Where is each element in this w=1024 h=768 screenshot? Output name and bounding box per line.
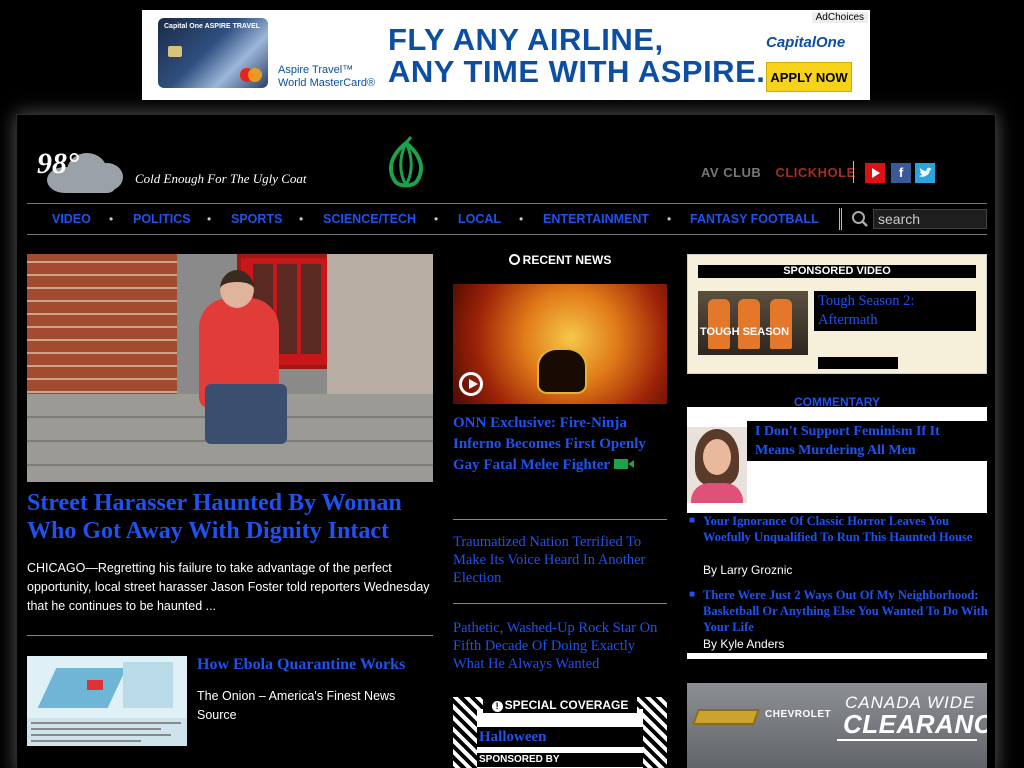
main-nav: VIDEO • POLITICS • SPORTS • SCIENCE/TECH… [27, 203, 987, 235]
commentary-byline: By Kyle Anders [703, 637, 785, 651]
nav-entertainment[interactable]: ENTERTAINMENT [543, 212, 649, 226]
hero-headline-link[interactable]: Street Harasser Haunted By Woman Who Got… [27, 489, 433, 545]
recent-news-heading: RECENT NEWS [453, 253, 667, 267]
commentary-featured: I Don't Support Feminism If It Means Mur… [687, 407, 987, 513]
bullet-icon: ■ [689, 589, 696, 600]
special-coverage-text: SPECIAL COVERAGE [504, 698, 629, 712]
sponsored-video-thumbnail[interactable]: TOUGH SEASON [698, 291, 808, 355]
ad-headline-line-2: ANY TIME WITH ASPIRE. [388, 54, 766, 89]
commentary-author-photo[interactable] [687, 427, 747, 503]
clickhole-link[interactable]: CLICKHOLE [775, 165, 855, 180]
mastercard-icon [240, 68, 262, 82]
card-name-line-1: Aspire Travel™ [278, 64, 354, 76]
nav-separator: • [299, 212, 304, 226]
adchoices-link[interactable]: AdChoices [811, 12, 868, 23]
special-coverage-box: ! SPECIAL COVERAGE Halloween SPONSORED BY [453, 697, 667, 768]
recent-story-link[interactable]: Traumatized Nation Terrified To Make Its… [453, 533, 667, 587]
recent-story-link[interactable]: Pathetic, Washed-Up Rock Star On Fifth D… [453, 619, 667, 673]
nav-separator: • [109, 212, 114, 226]
apply-now-button[interactable]: APPLY NOW [766, 62, 852, 92]
chevy-ad-stripe [837, 739, 977, 741]
weather-temperature[interactable]: 98° [37, 147, 79, 181]
commentary-byline: By Larry Groznic [703, 563, 793, 577]
secondary-headline-link[interactable]: How Ebola Quarantine Works [197, 656, 437, 674]
nav-fantasy-football[interactable]: FANTASY FOOTBALL [690, 212, 819, 226]
search-icon[interactable] [851, 210, 869, 228]
bullet-icon: ■ [689, 515, 696, 526]
hero-photo[interactable] [27, 254, 433, 482]
nav-politics[interactable]: POLITICS [133, 212, 191, 226]
nav-separator: • [519, 212, 524, 226]
nav-local[interactable]: LOCAL [458, 212, 501, 226]
nav-video[interactable]: VIDEO [52, 212, 91, 226]
hero-summary: CHICAGO—Regretting his failure to take a… [27, 561, 430, 613]
header-divider [853, 161, 854, 183]
nav-separator: • [434, 212, 439, 226]
nav-separator: • [667, 212, 672, 226]
network-links: AV CLUB CLICKHOLE [701, 165, 856, 180]
chevrolet-brand: CHEVROLET [765, 709, 832, 720]
capital-one-logo: CapitalOne [766, 34, 846, 51]
commentary-item-link[interactable]: There Were Just 2 Ways Out Of My Neighbo… [703, 587, 989, 635]
sponsored-by-label: SPONSORED BY [477, 753, 643, 767]
special-coverage-label: ! SPECIAL COVERAGE [483, 697, 637, 713]
chevrolet-bowtie-icon [692, 709, 760, 725]
sponsored-video-thumb-text: TOUGH SEASON [700, 326, 790, 338]
recent-news-video-thumbnail[interactable] [453, 284, 667, 404]
chevy-ad-line-2: CLEARANCE [843, 709, 987, 739]
divider [453, 603, 667, 604]
facebook-icon[interactable]: f [891, 163, 911, 183]
nav-separator: • [207, 212, 212, 226]
ad-headline-line-1: FLY ANY AIRLINE, [388, 22, 664, 57]
nav-search-divider [839, 208, 842, 230]
card-name-line-2: World MasterCard® [278, 77, 376, 89]
commentary-bottom-rule [687, 653, 987, 659]
recent-news-label: RECENT NEWS [522, 253, 612, 267]
recent-featured-link[interactable]: ONN Exclusive: Fire-Ninja Inferno Become… [453, 413, 667, 476]
card-brand: Capital One ASPIRE TRAVEL [164, 23, 261, 30]
twitter-icon[interactable] [915, 163, 935, 183]
main-frame: 98° Cold Enough For The Ugly Coat AV CLU… [16, 114, 996, 768]
sponsored-video-link[interactable]: Tough Season 2: Aftermath [814, 291, 976, 331]
commentary-item-link[interactable]: Your Ignorance Of Classic Horror Leaves … [703, 513, 989, 545]
video-camera-icon [614, 459, 635, 469]
credit-card-image: Capital One ASPIRE TRAVEL [158, 18, 268, 88]
nav-sports[interactable]: SPORTS [231, 212, 282, 226]
card-chip [168, 46, 182, 57]
divider [27, 635, 433, 636]
ad-headline: FLY ANY AIRLINE, ANY TIME WITH ASPIRE. [388, 24, 765, 88]
play-icon[interactable] [459, 372, 483, 396]
youtube-icon[interactable] [865, 163, 885, 183]
onion-logo-icon[interactable] [381, 135, 431, 191]
nav-science-tech[interactable]: SCIENCE/TECH [323, 212, 416, 226]
weather-tagline: Cold Enough For The Ugly Coat [135, 171, 307, 186]
commentary-featured-link[interactable]: I Don't Support Feminism If It Means Mur… [747, 421, 987, 461]
sponsored-video-box: SPONSORED VIDEO TOUGH SEASON Tough Seaso… [687, 254, 987, 374]
exclamation-icon: ! [491, 701, 503, 712]
sponsored-video-label: SPONSORED VIDEO [698, 265, 976, 278]
top-banner-ad[interactable]: Capital One ASPIRE TRAVEL Aspire Travel™… [142, 10, 870, 100]
divider [453, 519, 667, 520]
halloween-link[interactable]: Halloween [477, 727, 643, 747]
secondary-summary: The Onion – America's Finest News Source [197, 689, 396, 722]
card-name: Aspire Travel™ World MasterCard® [278, 64, 375, 90]
fatal-melee-logo [537, 348, 587, 394]
avclub-link[interactable]: AV CLUB [701, 165, 761, 180]
clock-icon [508, 254, 520, 265]
sponsored-video-bar [818, 357, 898, 369]
chevrolet-ad[interactable]: CHEVROLET CANADA WIDE CLEARANCE [687, 683, 987, 768]
ebola-thumbnail[interactable] [27, 656, 187, 746]
search-input[interactable] [873, 209, 987, 229]
